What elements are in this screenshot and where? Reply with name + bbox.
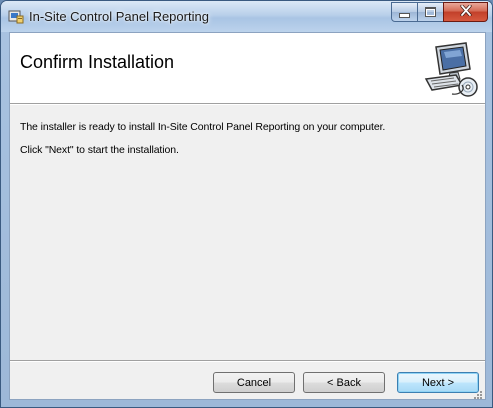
resize-grip-icon[interactable] — [473, 387, 483, 399]
back-button[interactable]: < Back — [303, 372, 385, 393]
minimize-button[interactable] — [391, 2, 418, 22]
instruction-message: Click "Next" to start the installation. — [20, 144, 179, 156]
installer-window: In-Site Control Panel Reporting Confirm … — [0, 0, 493, 408]
footer-divider-highlight — [10, 361, 485, 362]
header-divider-highlight — [10, 104, 485, 105]
dialog-client-area: Confirm Installation The installer is re… — [9, 32, 486, 400]
maximize-icon — [425, 7, 436, 17]
minimize-icon — [399, 13, 410, 18]
ready-message: The installer is ready to install In-Sit… — [20, 121, 386, 133]
next-button[interactable]: Next > — [397, 372, 479, 393]
close-button[interactable] — [443, 2, 488, 22]
installer-icon — [8, 8, 24, 24]
page-title: Confirm Installation — [20, 52, 175, 72]
dialog-header: Confirm Installation — [10, 33, 485, 103]
cancel-button[interactable]: Cancel — [213, 372, 295, 393]
computer-setup-icon — [422, 39, 480, 99]
window-title: In-Site Control Panel Reporting — [29, 9, 209, 24]
maximize-button[interactable] — [417, 2, 444, 22]
close-icon — [459, 4, 472, 19]
title-bar[interactable]: In-Site Control Panel Reporting — [1, 1, 492, 32]
